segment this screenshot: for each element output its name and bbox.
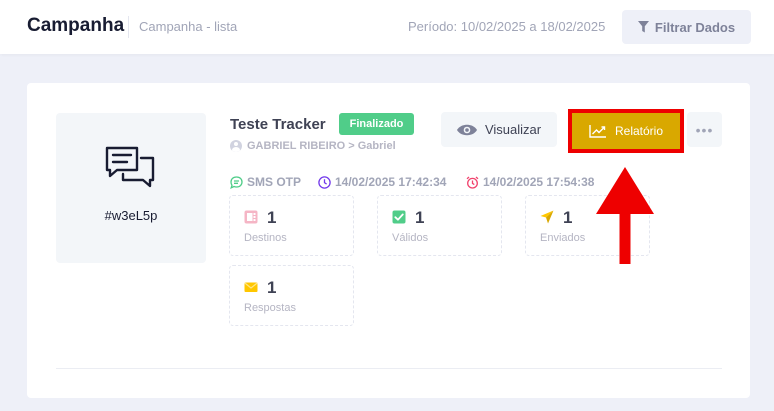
status-badge: Finalizado <box>339 113 414 135</box>
stat-validos: 1 Válidos <box>377 195 502 256</box>
chat-icon <box>105 146 155 188</box>
stat-respostas-label: Respostas <box>244 302 296 314</box>
stat-enviados-label: Enviados <box>540 232 586 244</box>
stat-destinos: 1 Destinos <box>229 195 354 256</box>
red-arrow-annotation <box>596 167 654 264</box>
campaign-symbol: #w3eL5p <box>56 113 206 263</box>
stat-enviados-value: 1 <box>563 208 573 227</box>
filter-icon <box>637 21 649 33</box>
report-button[interactable]: Relatório <box>572 113 680 149</box>
more-options-button[interactable]: ••• <box>687 112 722 147</box>
stat-validos-label: Válidos <box>392 232 429 244</box>
campaign-code: #w3eL5p <box>104 208 158 223</box>
view-button-label: Visualizar <box>484 122 542 137</box>
stat-destinos-label: Destinos <box>244 232 287 244</box>
check-icon <box>392 210 406 224</box>
filter-data-button[interactable]: Filtrar Dados <box>622 10 751 44</box>
campaign-type: SMS OTP <box>230 175 301 189</box>
stat-respostas-value: 1 <box>267 278 277 297</box>
chart-line-icon <box>589 125 606 138</box>
campaign-type-label: SMS OTP <box>247 175 302 189</box>
page-title: Campanha <box>27 15 125 36</box>
card-divider <box>56 368 722 369</box>
avatar-icon <box>230 140 242 152</box>
stat-validos-value: 1 <box>415 208 425 227</box>
campaign-end-label: 14/02/2025 17:54:38 <box>483 175 595 189</box>
breadcrumb: Campanha - lista <box>139 19 238 34</box>
title-separator <box>128 16 129 38</box>
campaign-owner: GABRIEL RIBEIRO > Gabriel <box>230 140 396 152</box>
campaign-name[interactable]: Teste Tracker <box>230 116 326 133</box>
sms-icon <box>230 175 243 189</box>
campaign-end: 14/02/2025 17:54:38 <box>466 175 594 189</box>
envelope-icon <box>244 282 258 292</box>
campaign-start-label: 14/02/2025 17:42:34 <box>335 175 447 189</box>
campaign-start: 14/02/2025 17:42:34 <box>318 175 446 189</box>
send-icon <box>540 210 554 224</box>
period-range: Período: 10/02/2025 a 18/02/2025 <box>408 19 606 34</box>
alarm-clock-icon <box>466 176 479 189</box>
filter-data-label: Filtrar Dados <box>654 19 736 35</box>
stat-respostas: 1 Respostas <box>229 265 354 326</box>
contacts-icon <box>244 210 258 224</box>
eye-icon <box>456 124 477 135</box>
clock-icon <box>318 175 331 189</box>
view-button[interactable]: Visualizar <box>441 112 557 147</box>
owner-label: GABRIEL RIBEIRO > Gabriel <box>247 140 396 152</box>
stat-destinos-value: 1 <box>267 208 277 227</box>
top-bar: Campanha Campanha - lista Período: 10/02… <box>0 0 774 54</box>
report-button-label: Relatório <box>614 124 664 138</box>
